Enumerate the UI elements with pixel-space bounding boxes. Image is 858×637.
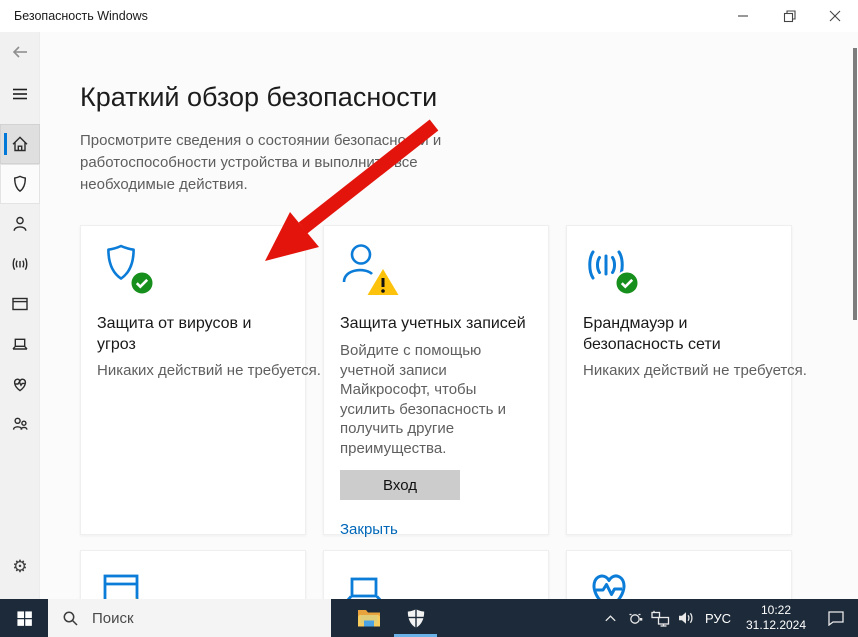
- card-device-security[interactable]: [323, 550, 549, 600]
- tablet-device-icon: [627, 610, 644, 627]
- sidebar-item-device-health[interactable]: [0, 364, 40, 404]
- clock-time: 10:22: [738, 603, 814, 618]
- shield-icon: [97, 241, 153, 293]
- network-icon: [651, 610, 670, 627]
- sidebar-item-settings[interactable]: ⚙: [0, 547, 40, 587]
- shield-icon: [10, 174, 30, 194]
- tray-device-button[interactable]: [623, 599, 648, 637]
- title-bar: Безопасность Windows: [0, 0, 858, 32]
- back-button[interactable]: [0, 32, 40, 72]
- sidebar: ⚙: [0, 32, 40, 600]
- tray-volume-button[interactable]: [673, 599, 698, 637]
- wireless-signal-icon: [10, 254, 30, 274]
- heart-pulse-icon: [583, 566, 639, 600]
- file-explorer-icon: [357, 607, 381, 629]
- dismiss-link[interactable]: Закрыть: [340, 521, 398, 538]
- close-button[interactable]: [812, 0, 858, 32]
- search-input[interactable]: [90, 609, 294, 628]
- back-arrow-icon: [10, 42, 30, 62]
- main-content: Краткий обзор безопасности Просмотрите с…: [40, 32, 858, 600]
- card-status: Никаких действий не требуется.: [97, 362, 289, 379]
- card-app-browser-control[interactable]: [80, 550, 306, 600]
- wireless-signal-icon: [583, 241, 639, 293]
- window-controls: [720, 0, 858, 32]
- card-account-protection[interactable]: Защита учетных записей Войдите с помощью…: [323, 225, 549, 535]
- check-ok-badge: [128, 269, 156, 297]
- page-description: Просмотрите сведения о состоянии безопас…: [80, 130, 504, 196]
- card-title: Защита от вирусов и угроз: [97, 313, 289, 355]
- home-icon: [10, 134, 30, 154]
- minimize-icon: [737, 10, 749, 22]
- family-icon: [10, 414, 30, 434]
- sidebar-item-firewall-network[interactable]: [0, 244, 40, 284]
- card-device-health[interactable]: [566, 550, 792, 600]
- taskbar: РУС 10:22 31.12.2024: [0, 599, 858, 637]
- laptop-icon: [340, 566, 396, 600]
- hamburger-menu-icon: [10, 84, 30, 104]
- tray-language-indicator[interactable]: РУС: [698, 611, 738, 626]
- check-ok-badge: [613, 269, 641, 297]
- selected-accent-bar: [4, 133, 7, 155]
- clock-date: 31.12.2024: [738, 618, 814, 633]
- sidebar-item-account-protection[interactable]: [0, 204, 40, 244]
- gear-icon: ⚙: [12, 559, 27, 576]
- sidebar-item-app-browser-control[interactable]: [0, 284, 40, 324]
- app-window-icon: [10, 294, 30, 314]
- sidebar-item-device-security[interactable]: [0, 324, 40, 364]
- vertical-scrollbar-thumb[interactable]: [853, 48, 857, 320]
- card-firewall-network[interactable]: Брандмауэр и безопасность сети Никаких д…: [566, 225, 792, 535]
- sidebar-item-virus-threat-protection[interactable]: [0, 164, 40, 204]
- taskbar-file-explorer-button[interactable]: [345, 599, 392, 637]
- action-center-button[interactable]: [814, 599, 858, 637]
- card-body: Войдите с помощью учетной записи Майкрос…: [340, 341, 534, 458]
- sidebar-item-home[interactable]: [0, 124, 40, 164]
- start-button[interactable]: [0, 599, 48, 637]
- page-title: Краткий обзор безопасности: [80, 82, 437, 113]
- taskbar-search-box[interactable]: [48, 599, 331, 637]
- card-status: Никаких действий не требуется.: [583, 362, 775, 379]
- person-icon: [340, 241, 396, 293]
- warning-badge: [366, 267, 400, 297]
- person-icon: [10, 214, 30, 234]
- close-icon: [829, 10, 841, 22]
- volume-icon: [677, 610, 695, 626]
- card-title: Брандмауэр и безопасность сети: [583, 313, 775, 355]
- cards-grid: Защита от вирусов и угроз Никаких действ…: [80, 225, 792, 600]
- tray-network-button[interactable]: [648, 599, 673, 637]
- tray-clock[interactable]: 10:22 31.12.2024: [738, 603, 814, 633]
- search-icon: [62, 610, 79, 627]
- card-title: Защита учетных записей: [340, 313, 532, 334]
- tray-show-hidden-icons-button[interactable]: [598, 599, 623, 637]
- windows-logo-icon: [16, 610, 33, 627]
- chevron-up-icon: [603, 611, 618, 626]
- card-virus-threat-protection[interactable]: Защита от вирусов и угроз Никаких действ…: [80, 225, 306, 535]
- sidebar-item-family-options[interactable]: [0, 404, 40, 444]
- action-center-icon: [827, 610, 845, 626]
- sign-in-button[interactable]: Вход: [340, 470, 460, 500]
- heart-pulse-icon: [10, 374, 30, 394]
- windows-security-window: Безопасность Windows: [0, 0, 858, 637]
- minimize-button[interactable]: [720, 0, 766, 32]
- app-window-icon: [97, 566, 153, 600]
- menu-button[interactable]: [0, 74, 40, 114]
- window-title: Безопасность Windows: [14, 9, 148, 23]
- restore-icon: [783, 10, 796, 23]
- laptop-icon: [10, 334, 30, 354]
- taskbar-defender-button[interactable]: [392, 599, 439, 637]
- restore-button[interactable]: [766, 0, 812, 32]
- defender-shield-icon: [406, 608, 426, 629]
